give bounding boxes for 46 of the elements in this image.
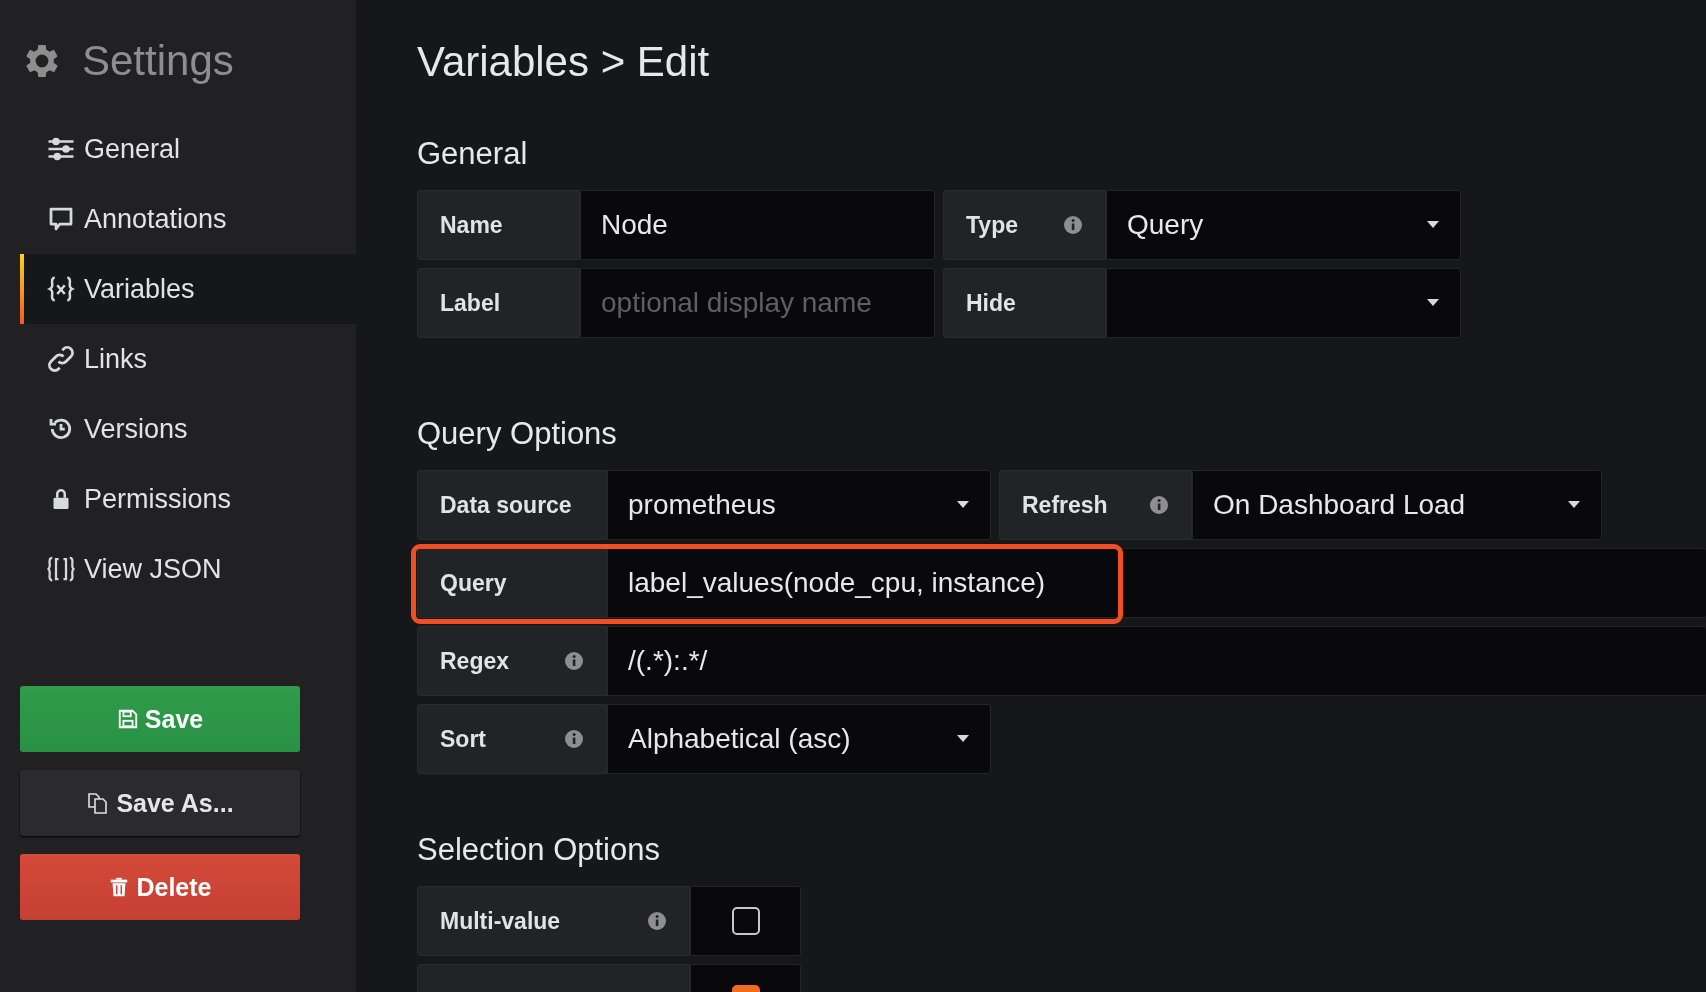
input-field[interactable]: label_values(node_cpu, instance) (607, 548, 1706, 618)
info-icon[interactable] (647, 911, 667, 931)
label-text: Label (440, 289, 501, 317)
info-icon[interactable] (1063, 215, 1083, 235)
link-icon (46, 344, 76, 374)
nav-item[interactable]: Variables (20, 254, 356, 324)
checkbox[interactable] (731, 907, 760, 935)
label-text: Query (440, 569, 507, 597)
dropdown[interactable]: Alphabetical (asc) (607, 704, 991, 774)
sidebar-title: Settings (82, 36, 234, 85)
caret-icon (1426, 221, 1440, 229)
save-as-button[interactable]: Save As... (20, 770, 300, 836)
caret-icon (1426, 299, 1440, 307)
dropdown[interactable]: On Dashboard Load (1192, 470, 1602, 540)
brackets-icon (46, 554, 76, 584)
delete-button[interactable]: Delete (20, 854, 300, 920)
nav-item[interactable]: Links (20, 324, 356, 394)
label-text: Refresh (1022, 491, 1108, 519)
braces-icon (46, 274, 76, 304)
label-text: Hide (966, 289, 1016, 317)
nav-item[interactable]: General (20, 114, 356, 184)
label-text: Type (966, 211, 1018, 239)
label-text: Name (440, 211, 503, 239)
label-text: Multi-value (440, 907, 561, 935)
label-text: Data source (440, 491, 572, 519)
nav-item[interactable]: Annotations (20, 184, 356, 254)
dropdown[interactable]: prometheus (607, 470, 991, 540)
save-button[interactable]: Save (20, 686, 300, 752)
label-text: Regex (440, 647, 510, 675)
nav-item[interactable]: View JSON (20, 534, 356, 604)
page-title: Variables > Edit (417, 38, 711, 86)
section-heading: General (417, 136, 529, 172)
nav-item[interactable]: Versions (20, 394, 356, 464)
info-icon[interactable] (1149, 495, 1169, 515)
label-text: Sort (440, 725, 486, 753)
caret-icon (1567, 501, 1581, 509)
dropdown[interactable]: Query (1106, 190, 1461, 260)
info-icon[interactable] (564, 729, 584, 749)
section-heading: Selection Options (417, 832, 661, 868)
info-icon[interactable] (564, 651, 584, 671)
caret-icon (956, 501, 970, 509)
input-field[interactable]: /(.*):.*/ (607, 626, 1706, 696)
nav-item[interactable]: Permissions (20, 464, 356, 534)
input-field[interactable]: Node (580, 190, 935, 260)
section-heading: Query Options (417, 416, 618, 452)
caret-icon (956, 735, 970, 743)
